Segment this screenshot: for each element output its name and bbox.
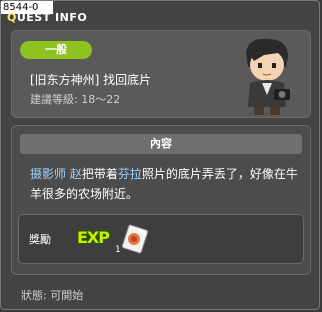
description-text: 摄影师 赵把带着芬拉照片的底片弄丢了，好像在牛羊很多的农场附近。	[30, 164, 300, 204]
window-title-rest: UEST INFO	[16, 11, 88, 24]
quest-category-badge: 一般	[20, 41, 92, 59]
film-negative-item-icon[interactable]	[119, 223, 149, 255]
item-count: 1	[115, 245, 121, 255]
npc-portrait-icon	[246, 38, 290, 115]
npc-name-link[interactable]: 摄影师 赵	[30, 167, 82, 181]
quest-name: [旧东方神州] 找回底片	[30, 73, 152, 87]
quest-description-panel: 內容 摄影师 赵把带着芬拉照片的底片弄丢了，好像在牛羊很多的农场附近。 獎勵 E…	[11, 125, 311, 275]
reward-box: 獎勵 EXP 1	[18, 214, 304, 264]
quest-status: 狀態: 可開始	[21, 289, 84, 302]
npc-name-link[interactable]: 芬拉	[118, 167, 142, 181]
exp-icon[interactable]: EXP	[77, 228, 110, 247]
description-segment: 把带着	[81, 167, 118, 181]
window-title: QUEST INFO	[7, 11, 87, 24]
quest-level-range: 建議等級: 18～22	[30, 93, 121, 106]
quest-info-window: 8544-0 QUEST INFO 一般 [旧东方神州] 找回底片 建議等級: …	[0, 0, 320, 310]
window-title-initial: Q	[7, 11, 17, 24]
description-header: 內容	[20, 134, 302, 154]
reward-label: 獎勵	[29, 233, 51, 246]
quest-summary-card: 一般 [旧东方神州] 找回底片 建議等級: 18～22	[11, 30, 311, 118]
